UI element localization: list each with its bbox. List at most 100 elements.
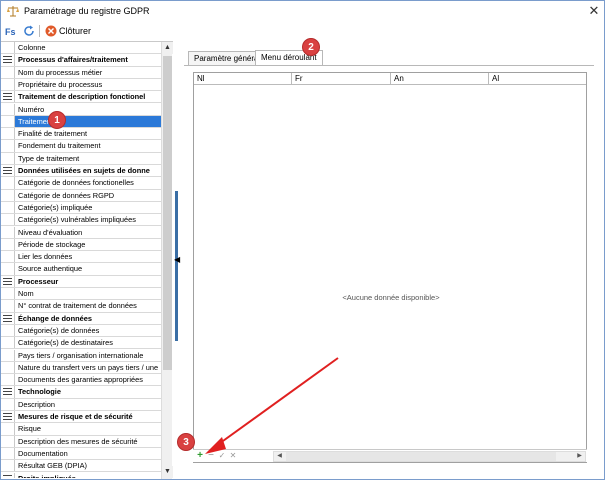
format-icon[interactable]: Fs — [5, 25, 17, 37]
grid-row-label: Traitement de description fonctionel — [18, 92, 146, 102]
grid-row[interactable]: Nature du transfert vers un pays tiers /… — [1, 361, 161, 375]
panel-splitter[interactable]: ◀ — [173, 41, 181, 479]
group-list-icon[interactable] — [3, 314, 12, 323]
grid-row[interactable]: Description des mesures de sécurité — [1, 435, 161, 448]
grid-row[interactable]: Pays tiers / organisation internationale — [1, 349, 161, 362]
column-header-fr[interactable]: Fr — [292, 73, 391, 85]
scroll-left-icon[interactable]: ◀ — [274, 452, 285, 461]
grid-row[interactable]: Catégorie(s) vulnérables impliquées — [1, 214, 161, 227]
grid-group-row[interactable]: Traitement de description fonctionel — [1, 91, 161, 104]
tab-strip-line — [184, 65, 594, 66]
grid-row[interactable]: Résultat GEB (DPIA) — [1, 460, 161, 473]
scroll-down-icon[interactable]: ▼ — [162, 466, 173, 478]
cancel-row-button[interactable]: ✕ — [228, 450, 238, 462]
grid-row[interactable]: Nom du processus métier — [1, 66, 161, 79]
collapse-left-icon[interactable]: ◀ — [174, 255, 180, 264]
column-header-al[interactable]: Al — [489, 73, 586, 85]
grid-row-label: Catégorie(s) vulnérables impliquées — [18, 215, 136, 225]
table-navigator: + − ✓ ✕ ◀ ▶ — [193, 449, 587, 462]
scroll-up-icon[interactable]: ▲ — [162, 42, 173, 54]
confirm-row-button[interactable]: ✓ — [217, 450, 227, 462]
grid-group-row[interactable]: Processus d'affaires/traitement — [1, 54, 161, 67]
grid-row-label: Catégorie(s) de données — [18, 325, 100, 335]
grid-row[interactable]: Documentation — [1, 447, 161, 461]
annotation-badge-1: 1 — [48, 111, 66, 129]
grid-row[interactable]: Catégorie de données RGPD — [1, 189, 161, 202]
group-list-icon[interactable] — [3, 277, 12, 286]
grid-row-label: Processus d'affaires/traitement — [18, 55, 128, 65]
grid-row-label: Mesures de risque et de sécurité — [18, 412, 133, 421]
grid-group-row[interactable]: Processeur — [1, 275, 161, 288]
add-row-button[interactable]: + — [195, 450, 205, 462]
group-list-icon[interactable] — [3, 413, 12, 421]
horizontal-scroll-thumb[interactable] — [286, 452, 556, 461]
grid-group-row[interactable]: Mesures de risque et de sécurité — [1, 411, 161, 424]
group-list-icon[interactable] — [3, 388, 12, 396]
grid-row[interactable]: Catégorie(s) de destinataires — [1, 337, 161, 350]
column-header-nl[interactable]: Nl — [194, 73, 292, 85]
row-handle — [1, 66, 15, 78]
grid-row[interactable]: Numéro — [1, 103, 161, 116]
grid-row[interactable]: Documents des garanties appropriées — [1, 374, 161, 387]
grid-row[interactable]: Période de stockage — [1, 238, 161, 252]
detail-panel: Paramètre général Menu déroulant Nl Fr A… — [184, 41, 604, 479]
grid-group-row[interactable]: Technologie — [1, 386, 161, 399]
grid-row[interactable]: N° contrat de traitement de données — [1, 300, 161, 313]
row-handle — [1, 324, 15, 337]
grid-group-row[interactable]: Données utilisées en sujets de donne — [1, 165, 161, 178]
grid-row[interactable]: Catégorie(s) impliquée — [1, 201, 161, 215]
refresh-icon[interactable] — [23, 25, 35, 37]
svg-text:Fs: Fs — [5, 27, 16, 37]
vertical-scrollbar[interactable]: ▲ ▼ — [161, 42, 173, 479]
grid-row[interactable]: Catégorie de données fonctionelles — [1, 177, 161, 190]
grid-header-label: Colonne — [18, 43, 46, 52]
grid-row[interactable]: Nom — [1, 288, 161, 301]
grid-row-label: Catégorie(s) de destinataires — [18, 338, 113, 348]
grid-row[interactable]: Source authentique — [1, 263, 161, 276]
row-handle — [1, 238, 15, 251]
grid-group-row[interactable]: Échange de données — [1, 312, 161, 325]
grid-row-label: Échange de données — [18, 313, 92, 323]
close-circle-icon[interactable] — [45, 25, 57, 37]
row-handle — [1, 386, 15, 398]
grid-row[interactable]: Traitement — [1, 115, 161, 129]
row-handle — [1, 337, 15, 349]
group-list-icon[interactable] — [3, 167, 12, 175]
scroll-right-icon[interactable]: ▶ — [574, 452, 585, 461]
group-list-icon[interactable] — [3, 474, 12, 478]
grid-row[interactable]: Type de traitement — [1, 152, 161, 165]
grid-row[interactable]: Description — [1, 398, 161, 411]
scroll-thumb[interactable] — [163, 56, 172, 370]
grid-group-row[interactable]: Droits impliqués — [1, 472, 161, 478]
tab-general-settings-label: Paramètre général — [194, 54, 261, 63]
grid-row-label: Période de stockage — [18, 239, 86, 249]
row-handle — [1, 128, 15, 140]
grid-row-label: Finalité de traitement — [18, 129, 88, 139]
row-handle — [1, 275, 15, 287]
row-handle — [1, 140, 15, 152]
grid-header-handle — [1, 42, 15, 54]
column-header-an[interactable]: An — [391, 73, 489, 85]
grid-row[interactable]: Catégorie(s) de données — [1, 324, 161, 338]
grid-row[interactable]: Niveau d'évaluation — [1, 226, 161, 239]
close-button-label[interactable]: Clôturer — [59, 26, 91, 36]
grid-row[interactable]: Propriétaire du processus — [1, 78, 161, 92]
grid-row[interactable]: Finalité de traitement — [1, 128, 161, 141]
row-handle — [1, 435, 15, 447]
grid-row[interactable]: Risque — [1, 423, 161, 436]
window-close-button[interactable]: ✕ — [586, 3, 602, 19]
toolbar-separator — [39, 25, 40, 37]
row-handle — [1, 103, 15, 115]
annotation-badge-2: 2 — [302, 38, 320, 56]
grid-row-label: N° contrat de traitement de données — [18, 301, 137, 311]
horizontal-scrollbar[interactable]: ◀ ▶ — [273, 451, 586, 462]
group-list-icon[interactable] — [3, 93, 12, 101]
grid-row[interactable]: Lier les données — [1, 251, 161, 264]
row-handle — [1, 165, 15, 177]
group-list-icon[interactable] — [3, 56, 12, 64]
grid-row-label: Source authentique — [18, 264, 83, 274]
splitter-grip[interactable] — [175, 191, 178, 341]
remove-row-button[interactable]: − — [206, 450, 216, 462]
grid-row[interactable]: Fondement du traitement — [1, 140, 161, 153]
row-handle — [1, 374, 15, 386]
